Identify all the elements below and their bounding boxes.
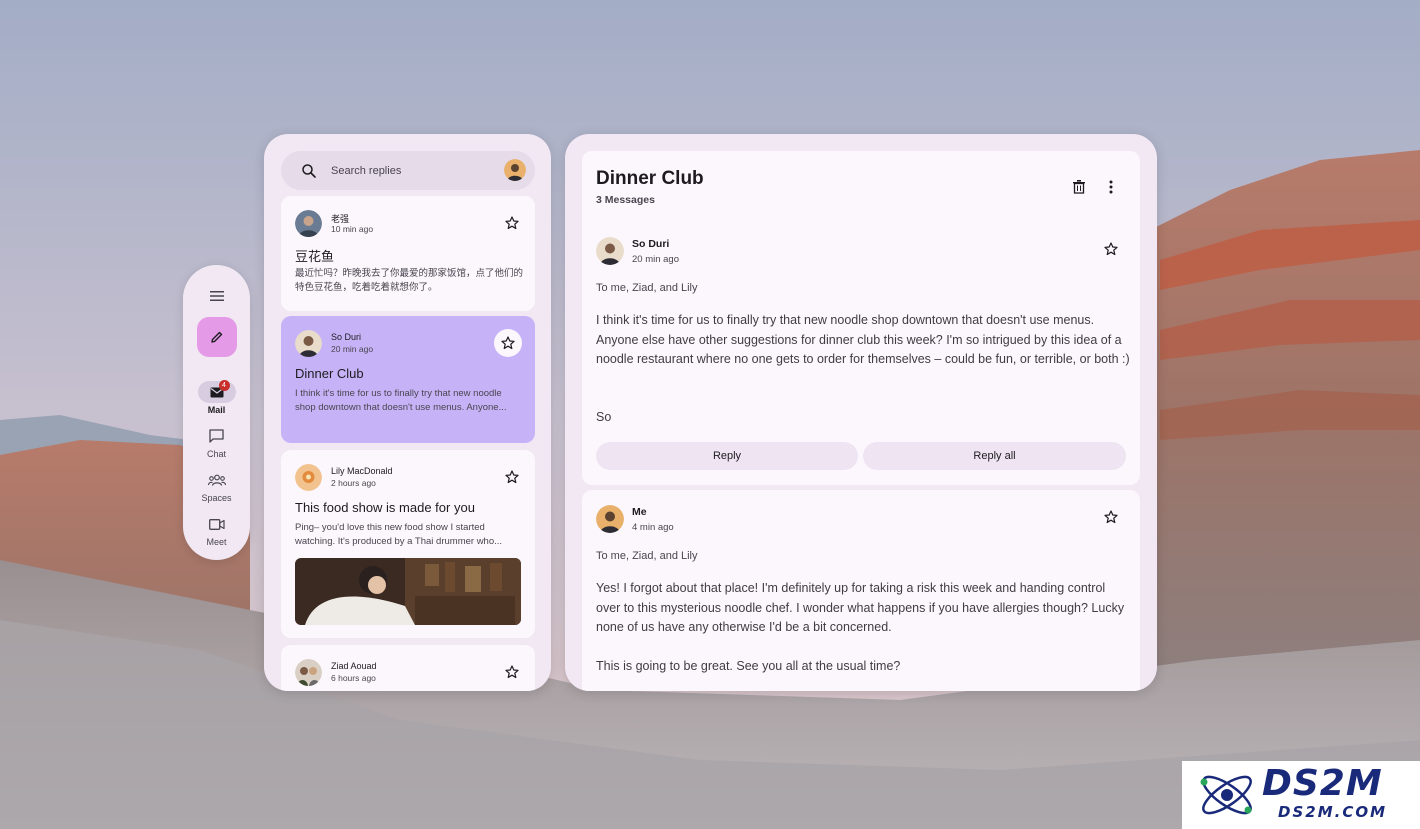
message-body: I think it's time for us to finally try … [596, 313, 1130, 366]
message-body: Yes! I forgot about that place! I'm defi… [596, 581, 1125, 634]
avatar [596, 505, 624, 533]
list-item[interactable]: 老强 10 min ago 豆花鱼 最近忙吗？昨晚我去了你最爱的那家饭馆，点了他… [281, 196, 535, 311]
avatar [295, 330, 322, 357]
nav-item-chat[interactable]: Chat [198, 425, 236, 459]
reply-button[interactable]: Reply [596, 442, 858, 470]
message-detail-panel: Dinner Club 3 Messages So Duri 20 min ag… [565, 134, 1157, 691]
subject: 豆花鱼 [295, 249, 335, 264]
mail-badge: 4 [218, 380, 230, 391]
subject: This food show is made for you [295, 500, 475, 515]
more-vert-icon [1109, 180, 1113, 194]
nav-item-spaces[interactable]: Spaces [198, 469, 236, 503]
search-bar[interactable] [281, 151, 535, 190]
recipients: To me, Ziad, and Lily [596, 550, 698, 562]
star-button[interactable] [1102, 508, 1120, 526]
menu-button[interactable] [205, 287, 229, 305]
star-icon [505, 470, 519, 484]
star-icon [1104, 510, 1118, 524]
message-card: Me 4 min ago To me, Ziad, and Lily Yes! … [582, 490, 1140, 691]
message-count: 3 Messages [596, 194, 655, 206]
thread-title: Dinner Club [596, 168, 704, 189]
sender-name: Lily MacDonald [331, 466, 393, 476]
watermark-logo: DS2M DS2M.COM [1182, 761, 1420, 829]
avatar [295, 464, 322, 491]
sender-name: Ziad Aouad [331, 661, 377, 671]
timestamp: 4 min ago [632, 522, 674, 533]
message-signature: So [596, 410, 612, 424]
account-avatar[interactable] [504, 159, 526, 181]
nav-label-spaces: Spaces [201, 493, 232, 503]
trash-icon [1073, 180, 1085, 194]
nav-label-chat: Chat [206, 449, 226, 459]
star-icon [505, 665, 519, 679]
avatar [596, 237, 624, 265]
list-item[interactable]: Lily MacDonald 2 hours ago This food sho… [281, 450, 535, 638]
avatar [295, 659, 322, 686]
preview-text: 最近忙吗？昨晚我去了你最爱的那家饭馆，点了他们的特色豆花鱼，吃着吃着就想你了。 [295, 268, 524, 293]
search-input[interactable] [331, 164, 491, 177]
pencil-icon [210, 331, 222, 343]
watermark-subtext: DS2M.COM [1278, 803, 1388, 821]
message-card: Dinner Club 3 Messages So Duri 20 min ag… [582, 151, 1140, 485]
navigation-rail: 4 Mail Chat Spaces Meet [183, 265, 250, 560]
more-options-button[interactable] [1102, 178, 1120, 196]
chat-icon [209, 429, 224, 443]
sender-name: Me [632, 506, 647, 518]
delete-button[interactable] [1070, 178, 1088, 196]
timestamp: 2 hours ago [331, 478, 376, 488]
nav-pill-mail: 4 [197, 380, 236, 403]
subject: Dinner Club [295, 366, 364, 381]
nav-pill-chat [198, 425, 236, 447]
avatar [295, 210, 322, 237]
search-icon [302, 163, 316, 178]
star-button[interactable] [494, 329, 522, 357]
menu-icon [209, 291, 224, 301]
timestamp: 6 hours ago [331, 673, 376, 683]
recipients: To me, Ziad, and Lily [596, 282, 698, 294]
star-button[interactable] [503, 663, 521, 681]
nav-pill-spaces [198, 469, 236, 491]
compose-button[interactable] [196, 317, 237, 357]
star-button[interactable] [503, 214, 521, 232]
preview-text: Ping– you'd love this new food show I st… [295, 522, 503, 547]
star-icon [505, 216, 519, 230]
preview-text: I think it's time for us to finally try … [295, 388, 507, 413]
star-icon [501, 336, 515, 350]
timestamp: 20 min ago [632, 254, 680, 265]
nav-item-meet[interactable]: Meet [198, 513, 236, 547]
message-body-closing: This is going to be great. See you all a… [596, 659, 901, 673]
sender-name: So Duri [632, 238, 670, 250]
watermark-text: DS2M [1262, 763, 1383, 804]
star-icon [1104, 242, 1118, 256]
attachment-image[interactable] [295, 558, 521, 625]
star-button[interactable] [503, 468, 521, 486]
list-item[interactable]: Ziad Aouad 6 hours ago [281, 645, 535, 691]
message-list-panel: 老强 10 min ago 豆花鱼 最近忙吗？昨晚我去了你最爱的那家饭馆，点了他… [264, 134, 551, 691]
spaces-icon [207, 474, 226, 486]
sender-name: So Duri [331, 332, 362, 342]
nav-label-mail: Mail [207, 405, 226, 415]
timestamp: 20 min ago [331, 344, 374, 354]
atom-logo-icon [1200, 775, 1252, 815]
nav-pill-meet [198, 513, 236, 535]
nav-item-mail[interactable]: 4 Mail [197, 380, 236, 415]
nav-label-meet: Meet [206, 537, 227, 547]
list-item-selected[interactable]: So Duri 20 min ago Dinner Club I think i… [281, 316, 535, 443]
reply-all-button[interactable]: Reply all [863, 442, 1126, 470]
star-button[interactable] [1102, 240, 1120, 258]
video-camera-icon [208, 518, 225, 530]
timestamp: 10 min ago [331, 224, 374, 234]
